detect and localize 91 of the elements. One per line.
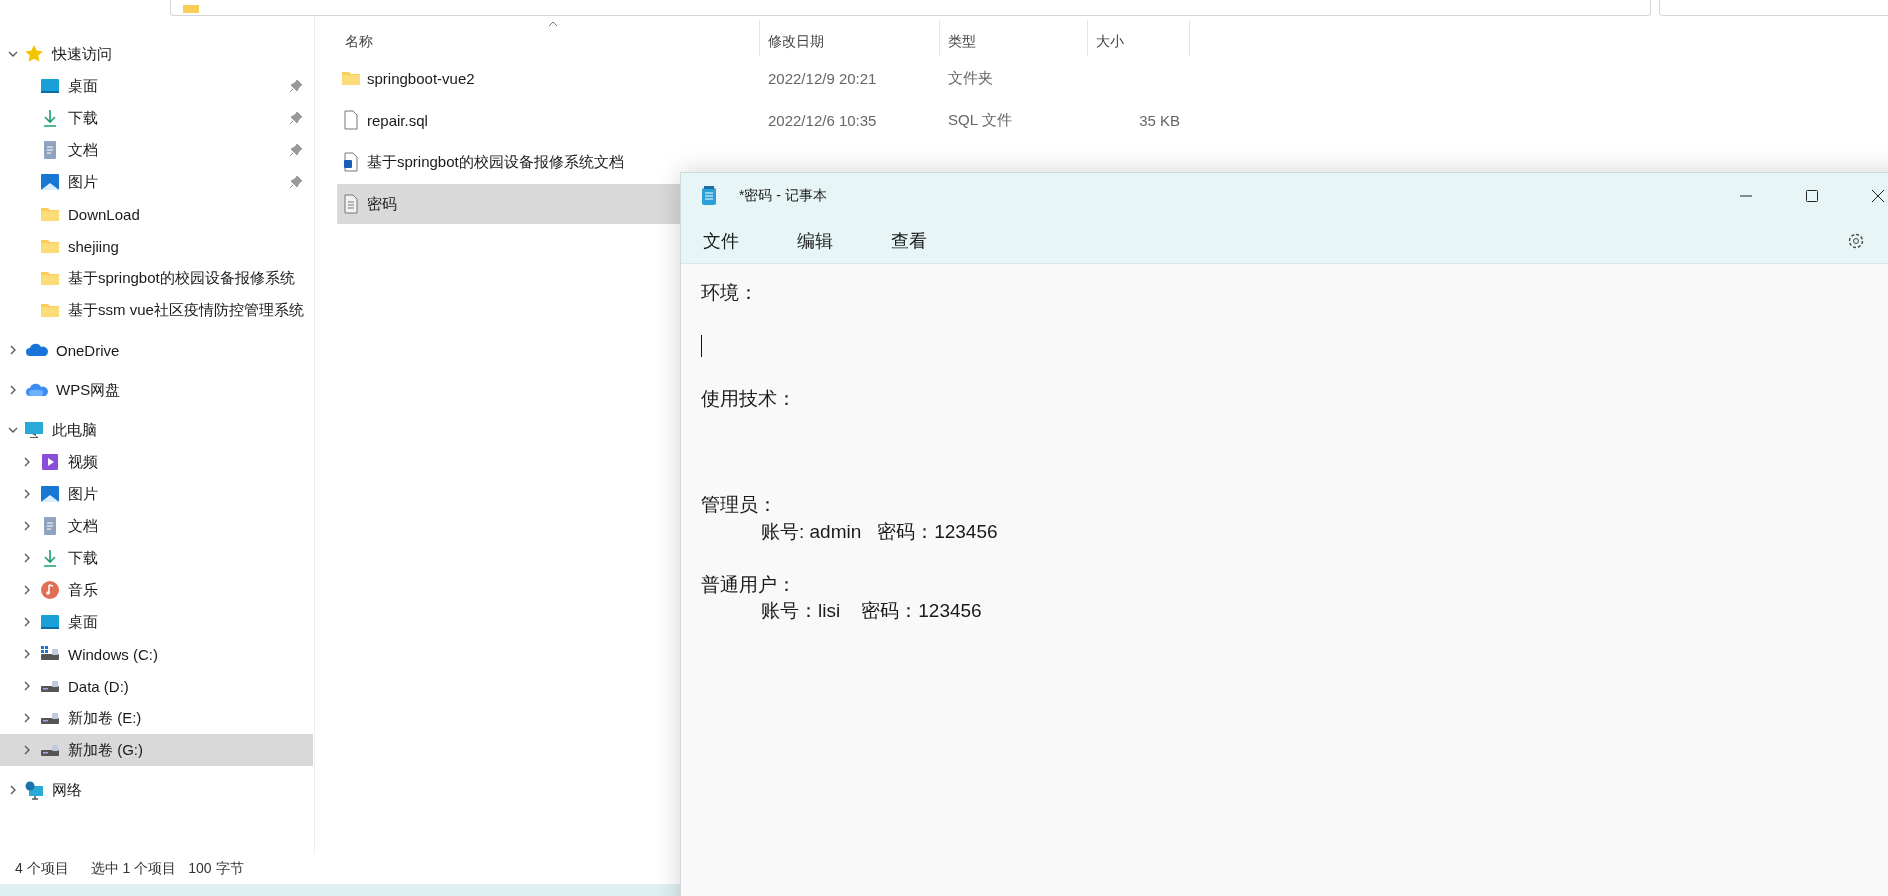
sidebar-item[interactable]: shejiing: [0, 230, 313, 262]
text-line: 环境：: [701, 281, 758, 305]
chevron-icon[interactable]: [8, 785, 18, 795]
sidebar-item[interactable]: Windows (C:): [0, 638, 313, 670]
folder-icon: [183, 5, 199, 13]
menu-item[interactable]: 编辑: [791, 225, 839, 257]
sidebar-item[interactable]: 文档: [0, 134, 313, 166]
item-count: 4 个项目: [15, 860, 69, 878]
sidebar-item[interactable]: 网络: [0, 774, 313, 806]
text-line: 账号: admin 密码：123456: [761, 519, 998, 544]
sidebar-item[interactable]: 音乐: [0, 574, 313, 606]
sidebar-item[interactable]: 图片: [0, 166, 313, 198]
selection-size: 100 字节: [188, 860, 244, 878]
file-item[interactable]: repair.sql: [337, 100, 680, 140]
column-header[interactable]: 修改日期: [760, 20, 940, 56]
sidebar-item[interactable]: Data (D:): [0, 670, 313, 702]
pin-icon[interactable]: [289, 175, 303, 189]
file-type: SQL 文件: [948, 110, 1012, 130]
sidebar-item[interactable]: DownLoad: [0, 198, 313, 230]
sidebar-item[interactable]: 新加卷 (G:): [0, 734, 313, 766]
notepad-icon: [701, 186, 717, 206]
modified-date: 2022/12/6 10:35: [768, 111, 877, 129]
text-line: 使用技术：: [701, 387, 796, 411]
chevron-icon[interactable]: [8, 49, 18, 59]
sort-caret-icon: [548, 21, 558, 27]
picture-icon: [40, 172, 60, 192]
chevron-icon[interactable]: [8, 385, 18, 395]
sidebar-item[interactable]: 快速访问: [0, 38, 313, 70]
sidebar-item[interactable]: 视频: [0, 446, 313, 478]
monitor-icon: [24, 420, 44, 440]
chevron-icon[interactable]: [8, 425, 18, 435]
pin-icon[interactable]: [289, 111, 303, 125]
sidebar-item[interactable]: 新加卷 (E:): [0, 702, 313, 734]
sidebar-item[interactable]: 此电脑: [0, 414, 313, 446]
sidebar-item[interactable]: 基于ssm vue社区疫情防控管理系统: [0, 294, 313, 326]
file-item[interactable]: 基于springbot的校园设备报修系统文档: [337, 142, 680, 182]
chevron-icon[interactable]: [22, 745, 32, 755]
sidebar-item[interactable]: 下载: [0, 542, 313, 574]
chevron-icon[interactable]: [22, 713, 32, 723]
file-item[interactable]: 密码: [337, 184, 680, 224]
maximize-icon: [1806, 190, 1818, 202]
chevron-icon[interactable]: [22, 553, 32, 563]
column-header[interactable]: 类型: [940, 20, 1088, 56]
pin-icon[interactable]: [289, 143, 303, 157]
text-editor[interactable]: 环境： 使用技术： 管理员： 账号: admin 密码：123456 普通用户： 账号：lisi 密码：123456: [681, 264, 1888, 641]
text-file-icon: [341, 194, 361, 214]
settings-icon[interactable]: [1847, 232, 1865, 250]
star-icon: [24, 44, 44, 64]
sidebar-item[interactable]: 桌面: [0, 606, 313, 638]
chevron-icon[interactable]: [22, 585, 32, 595]
video-icon: [40, 452, 60, 472]
chevron-icon[interactable]: [22, 457, 32, 467]
sidebar-item[interactable]: 文档: [0, 510, 313, 542]
picture-icon: [40, 484, 60, 504]
network-icon: [24, 780, 44, 800]
chevron-icon[interactable]: [22, 681, 32, 691]
selection-count: 选中 1 个项目: [90, 860, 177, 876]
file-icon: [341, 110, 361, 130]
text-line: 普通用户：: [701, 572, 796, 597]
desktop-icon: [40, 76, 60, 96]
chevron-icon[interactable]: [22, 649, 32, 659]
chevron-icon[interactable]: [22, 489, 32, 499]
desktop-icon: [40, 612, 60, 632]
sidebar-item[interactable]: 桌面: [0, 70, 313, 102]
file-type: 文件夹: [948, 68, 993, 88]
pin-icon[interactable]: [289, 79, 303, 93]
close-icon: [1872, 190, 1884, 202]
menu-item[interactable]: 查看: [885, 225, 933, 257]
column-header[interactable]: 名称: [337, 20, 760, 56]
sidebar-item[interactable]: 下载: [0, 102, 313, 134]
chevron-icon[interactable]: [8, 345, 18, 355]
column-header[interactable]: 大小: [1088, 20, 1190, 56]
music-icon: [40, 580, 60, 600]
chevron-icon[interactable]: [22, 617, 32, 627]
modified-date: 2022/12/9 20:21: [768, 69, 877, 87]
minimize-icon: [1740, 195, 1752, 197]
sidebar-item[interactable]: WPS网盘: [0, 374, 313, 406]
file-size: 35 KB: [1139, 111, 1180, 129]
sidebar-item[interactable]: 图片: [0, 478, 313, 510]
address-field[interactable]: [170, 0, 1651, 16]
file-item[interactable]: springboot-vue2: [337, 58, 680, 98]
text-line: 管理员：: [701, 493, 777, 517]
window-title: *密码 - 记事本: [739, 187, 828, 205]
search-field[interactable]: [1659, 0, 1888, 16]
text-cursor: [701, 335, 702, 358]
word-document-icon: [341, 152, 361, 172]
chevron-icon[interactable]: [22, 521, 32, 531]
sidebar-item[interactable]: 基于springbot的校园设备报修系统: [0, 262, 313, 294]
menu-item[interactable]: 文件: [697, 225, 745, 257]
text-line: 账号：lisi 密码：123456: [761, 599, 982, 623]
sidebar-item[interactable]: OneDrive: [0, 334, 313, 366]
